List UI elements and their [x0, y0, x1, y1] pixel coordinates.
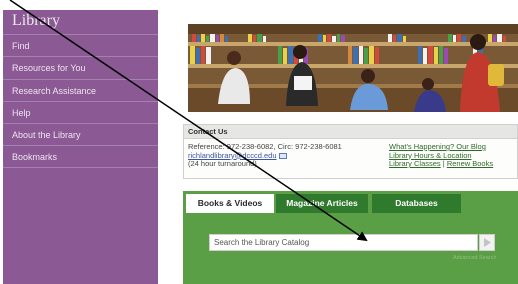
- sidebar-item-find[interactable]: Find: [3, 34, 158, 56]
- contact-box: Contact Us Reference: 972-238-6082, Circ…: [183, 124, 518, 179]
- classes-link[interactable]: Library Classes: [389, 159, 441, 168]
- tab-magazine-articles[interactable]: Magazine Articles: [276, 194, 368, 213]
- sidebar-item-about[interactable]: About the Library: [3, 123, 158, 145]
- sidebar-item-resources[interactable]: Resources for You: [3, 56, 158, 78]
- sidebar-item-bookmarks[interactable]: Bookmarks: [3, 145, 158, 168]
- tab-body: Search the Library Catalog Advanced Sear…: [183, 213, 518, 284]
- sidebar-item-research[interactable]: Research Assistance: [3, 78, 158, 101]
- external-link-icon: [278, 152, 287, 159]
- library-photo-illustration: [188, 24, 518, 112]
- renew-books-link[interactable]: Renew Books: [447, 159, 493, 168]
- banner-photo: [188, 24, 518, 112]
- tab-books-videos[interactable]: Books & Videos: [186, 194, 274, 213]
- tab-databases[interactable]: Databases: [372, 194, 461, 213]
- sidebar-title: Library: [12, 12, 60, 29]
- contact-details: Reference: 972-238-6082, Circ: 972-238-6…: [188, 142, 388, 169]
- sidebar: Library Find Resources for You Research …: [3, 10, 158, 284]
- hours-note: (24 hour turnaround): [188, 159, 257, 168]
- advanced-search-link[interactable]: Advanced Search: [453, 255, 496, 261]
- contact-links: What's Happening? Our Blog Library Hours…: [389, 142, 517, 169]
- search-tabs-panel: Books & Videos Magazine Articles Databas…: [183, 191, 518, 284]
- sidebar-item-help[interactable]: Help: [3, 100, 158, 123]
- search-submit-button[interactable]: [479, 234, 495, 251]
- catalog-search-input[interactable]: Search the Library Catalog: [209, 234, 478, 251]
- contact-heading: Contact Us: [184, 125, 517, 139]
- play-arrow-icon: [484, 238, 491, 247]
- sidebar-nav: Find Resources for You Research Assistan…: [3, 34, 158, 168]
